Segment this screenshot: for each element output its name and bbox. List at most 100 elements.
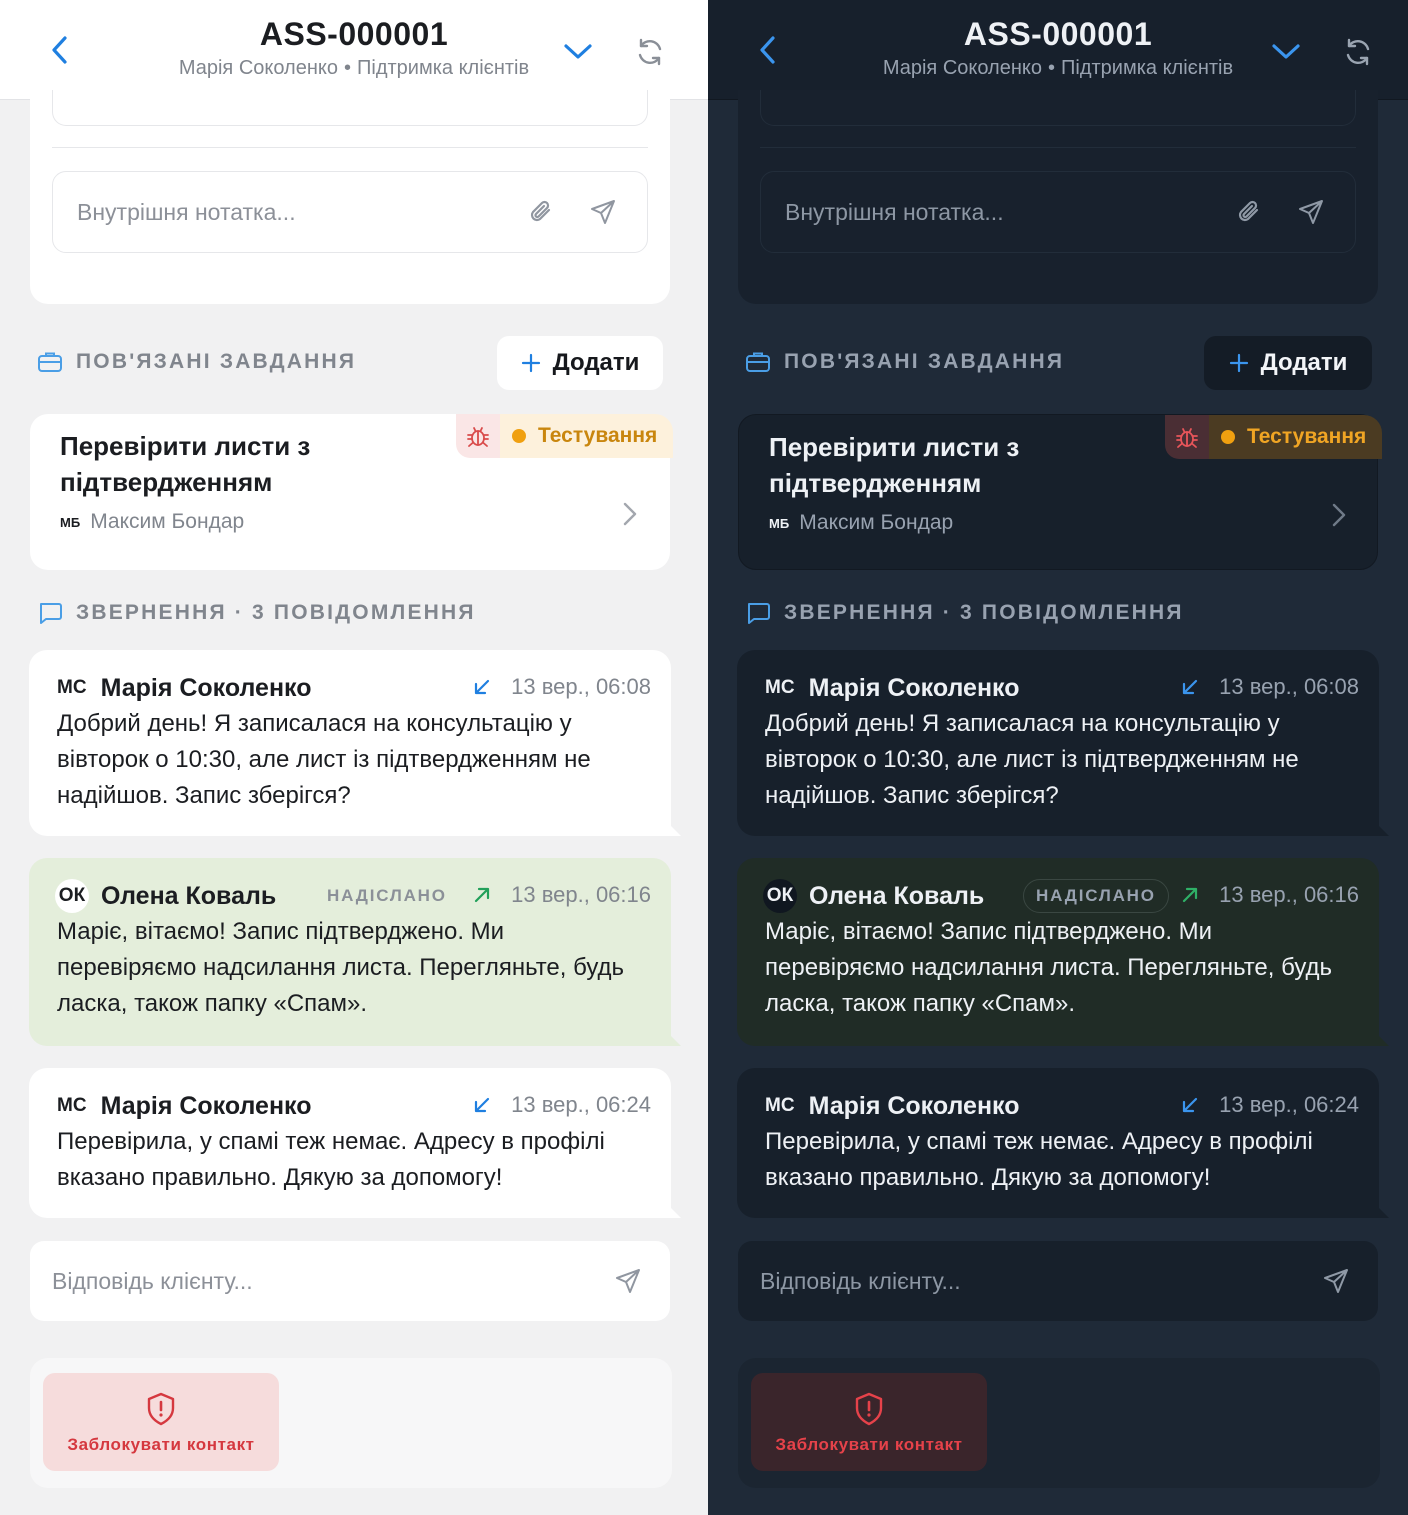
message-time: 13 вер., 06:08 bbox=[511, 674, 651, 699]
briefcase-icon bbox=[744, 348, 772, 376]
message-text: Маріє, вітаємо! Запис підтверджено. Ми п… bbox=[57, 918, 625, 1017]
task-title: Перевірити листи з підтвердженням bbox=[769, 432, 1020, 498]
add-task-button[interactable]: Додати bbox=[497, 336, 663, 390]
light-theme-panel: ASS-000001 Марія Соколенко • Підтримка клі… bbox=[0, 0, 708, 1515]
status-label: Тестування bbox=[538, 424, 658, 447]
chevron-right-icon bbox=[616, 500, 644, 528]
block-contact-button[interactable]: Заблокувати контакт bbox=[751, 1373, 987, 1471]
message-header: МС Марія Соколенко 13 вер., 06:24 bbox=[57, 1088, 651, 1124]
divider bbox=[760, 147, 1356, 148]
plus-icon bbox=[1229, 353, 1249, 373]
outgoing-arrow-icon bbox=[471, 884, 493, 906]
department-name: Підтримка клієнтів bbox=[357, 57, 530, 79]
sender-name: Олена Коваль bbox=[101, 881, 277, 910]
message-meta: 13 вер., 06:16 bbox=[1179, 878, 1359, 912]
reply-input[interactable]: Відповідь клієнту... bbox=[738, 1241, 1378, 1321]
message: МС Марія Соколенко 13 вер., 06:08 Добрий… bbox=[737, 650, 1389, 836]
message-header: ОК Олена Коваль НАДІСЛАНО 13 вер., 06:16 bbox=[55, 878, 651, 914]
assignee-name: Максим Бондар bbox=[799, 511, 954, 534]
sender-avatar: МС bbox=[765, 677, 795, 698]
related-tasks-label: ПОВ'ЯЗАНІ ЗАВДАННЯ bbox=[76, 350, 357, 373]
incoming-arrow-icon bbox=[471, 676, 493, 698]
message-time: 13 вер., 06:24 bbox=[1219, 1092, 1359, 1117]
sent-badge: НАДІСЛАНО bbox=[1023, 879, 1169, 913]
briefcase-icon bbox=[36, 348, 64, 376]
message-time: 13 вер., 06:16 bbox=[1219, 882, 1359, 907]
ticket-subtitle: Марія Соколенко • Підтримка клієнтів bbox=[0, 57, 708, 80]
internal-note-placeholder: Внутрішня нотатка... bbox=[77, 198, 296, 225]
task-title: Перевірити листи з підтвердженням bbox=[60, 431, 311, 497]
actions-area: Заблокувати контакт bbox=[738, 1358, 1380, 1488]
send-reply-button[interactable] bbox=[610, 1263, 646, 1299]
add-task-label: Додати bbox=[1260, 349, 1348, 376]
actions-area: Заблокувати контакт bbox=[30, 1358, 672, 1488]
send-reply-button[interactable] bbox=[1318, 1263, 1354, 1299]
send-note-button[interactable] bbox=[1293, 194, 1329, 230]
task-card[interactable]: Перевірити листи з підтвердженням Тестув… bbox=[738, 414, 1383, 570]
conversation-label: ЗВЕРНЕННЯ · 3 ПОВІДОМЛЕННЯ bbox=[76, 601, 476, 624]
related-tasks-header: ПОВ'ЯЗАНІ ЗАВДАННЯ bbox=[744, 342, 1064, 382]
chat-bubble-icon bbox=[36, 599, 64, 627]
message-text: Добрий день! Я записалася на консультаці… bbox=[765, 710, 1299, 809]
task-status-badge: Тестування bbox=[456, 414, 674, 458]
chevron-down-icon bbox=[564, 44, 592, 59]
status-label: Тестування bbox=[1247, 425, 1367, 448]
incoming-arrow-icon bbox=[1179, 1094, 1201, 1116]
message-meta: 13 вер., 06:08 bbox=[471, 670, 651, 704]
add-task-label: Додати bbox=[552, 349, 640, 376]
add-task-button[interactable]: Додати bbox=[1204, 336, 1372, 390]
task-card[interactable]: Перевірити листи з підтвердженням Тестув… bbox=[30, 414, 674, 570]
outgoing-arrow-icon bbox=[1179, 884, 1201, 906]
sender-avatar: ОК bbox=[55, 879, 89, 913]
related-tasks-header: ПОВ'ЯЗАНІ ЗАВДАННЯ bbox=[36, 342, 356, 382]
internal-note-input[interactable]: Внутрішня нотатка... bbox=[52, 171, 648, 253]
send-icon bbox=[1299, 200, 1323, 224]
ticket-title: ASS-000001 bbox=[259, 16, 449, 52]
send-note-button[interactable] bbox=[585, 194, 621, 230]
message: МС Марія Соколенко 13 вер., 06:24 Переві… bbox=[737, 1068, 1389, 1218]
chat-bubble-icon bbox=[744, 599, 772, 627]
previous-field bbox=[52, 90, 648, 126]
department-name: Підтримка клієнтів bbox=[1061, 57, 1234, 79]
send-icon bbox=[591, 200, 615, 224]
refresh-icon bbox=[638, 38, 662, 66]
status-label-wrap: Тестування bbox=[500, 414, 674, 458]
refresh-button[interactable] bbox=[1338, 32, 1378, 72]
sender-avatar: МС bbox=[57, 1095, 87, 1116]
assignee-avatar: МБ bbox=[769, 515, 790, 531]
shield-alert-icon bbox=[145, 1389, 177, 1429]
assignee-name: Максим Бондар bbox=[90, 510, 245, 533]
dark-theme-panel: ASS-000001 Марія Соколенко • Підтримка клі… bbox=[708, 0, 1408, 1515]
subtitle-separator: • bbox=[343, 57, 351, 79]
reply-placeholder: Відповідь клієнту... bbox=[52, 1267, 253, 1294]
message-header: МС Марія Соколенко 13 вер., 06:08 bbox=[765, 670, 1359, 706]
block-contact-button[interactable]: Заблокувати контакт bbox=[43, 1373, 279, 1471]
assignee-avatar: МБ bbox=[60, 514, 81, 530]
conversation-header: ЗВЕРНЕННЯ · 3 ПОВІДОМЛЕННЯ bbox=[36, 593, 476, 633]
message-text: Перевірила, у спамі теж немає. Адресу в … bbox=[57, 1128, 605, 1191]
block-contact-label: Заблокувати контакт bbox=[67, 1435, 255, 1454]
sent-badge: НАДІСЛАНО bbox=[327, 886, 447, 905]
reply-placeholder: Відповідь клієнту... bbox=[760, 1267, 961, 1294]
chevron-down-icon bbox=[1272, 44, 1300, 59]
send-icon bbox=[1324, 1269, 1348, 1293]
task-status-badge: Тестування bbox=[1165, 415, 1383, 459]
plus-icon bbox=[521, 353, 541, 373]
expand-button[interactable] bbox=[1266, 34, 1306, 70]
refresh-button[interactable] bbox=[630, 32, 670, 72]
attach-button[interactable] bbox=[1231, 194, 1267, 230]
divider bbox=[52, 147, 648, 148]
send-icon bbox=[616, 1269, 640, 1293]
note-card: Внутрішня нотатка... bbox=[738, 90, 1378, 304]
header: ASS-000001 Марія Соколенко • Підтримка клі… bbox=[0, 0, 708, 100]
message-meta: 13 вер., 06:16 bbox=[471, 878, 651, 912]
internal-note-input[interactable]: Внутрішня нотатка... bbox=[760, 171, 1356, 253]
message-time: 13 вер., 06:24 bbox=[511, 1092, 651, 1117]
expand-button[interactable] bbox=[558, 34, 598, 70]
note-card: Внутрішня нотатка... bbox=[30, 90, 670, 304]
message: ОК Олена Коваль НАДІСЛАНО 13 вер., 06:16… bbox=[737, 858, 1389, 1046]
conversation-label: ЗВЕРНЕННЯ · 3 ПОВІДОМЛЕННЯ bbox=[784, 601, 1184, 624]
status-dot bbox=[512, 429, 526, 443]
reply-input[interactable]: Відповідь клієнту... bbox=[30, 1241, 670, 1321]
attach-button[interactable] bbox=[523, 194, 559, 230]
